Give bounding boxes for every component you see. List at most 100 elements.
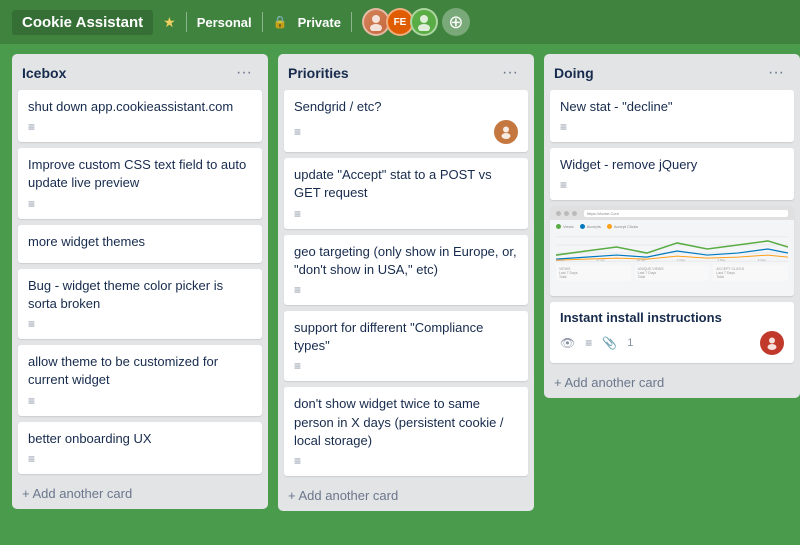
mock-stat-sub2-views: Total	[559, 275, 628, 279]
header-divider	[186, 12, 187, 32]
mock-legend: Views Accepts Accept Clicks	[556, 224, 788, 229]
header-divider-2	[262, 12, 263, 32]
card-priorities-3[interactable]: geo targeting (only show in Europe, or, …	[284, 235, 528, 305]
add-member-button[interactable]: ⊕	[442, 8, 470, 36]
card-title: allow theme to be customized for current…	[28, 353, 252, 389]
description-icon: ≡	[28, 452, 35, 466]
mock-stat-clicks: ACCEPT CLICKS Last 7 Days Total	[713, 265, 788, 281]
column-icebox: Icebox ··· shut down app.cookieassistant…	[12, 54, 268, 509]
card-icons: ≡	[560, 178, 784, 192]
mock-chart-area: Views Accepts Accept Clicks	[550, 220, 794, 285]
card-icebox-3[interactable]: more widget themes	[18, 225, 262, 263]
card-icons: ≡	[294, 359, 518, 373]
mock-stat-views: VIEWS Last 7 Days Total	[556, 265, 631, 281]
card-icons: ≡	[28, 120, 252, 134]
card-priorities-4[interactable]: support for different "Compliance types"…	[284, 311, 528, 381]
description-icon: ≡	[294, 207, 301, 221]
description-icon: ≡	[294, 454, 301, 468]
card-icons: ≡	[28, 394, 252, 408]
legend-label-clicks: Accept Clicks	[614, 224, 638, 229]
add-member-icon: ⊕	[448, 13, 463, 31]
description-icon: ≡	[560, 120, 567, 134]
instant-card-icons: 👁 ≡ 📎 1	[560, 331, 784, 355]
column-icebox-menu[interactable]: ···	[230, 62, 258, 84]
mock-stats-row: VIEWS Last 7 Days Total UNIQUE VIEWS Las…	[556, 265, 788, 281]
mock-dot-3	[572, 211, 577, 216]
add-card-icebox[interactable]: + Add another card	[12, 480, 268, 509]
card-title: Sendgrid / etc?	[294, 98, 518, 116]
svg-text:25 Apr: 25 Apr	[556, 258, 565, 262]
header-divider-3	[351, 12, 352, 32]
card-icebox-4[interactable]: Bug - widget theme color picker is sorta…	[18, 269, 262, 339]
column-priorities-title: Priorities	[288, 65, 349, 81]
card-widget-preview[interactable]: https://Acme.Com Views Accepts	[550, 206, 794, 296]
column-doing-menu[interactable]: ···	[762, 62, 790, 84]
card-title: New stat - "decline"	[560, 98, 784, 116]
mock-dot-2	[564, 211, 569, 216]
star-icon[interactable]: ★	[163, 14, 176, 31]
card-doing-1[interactable]: New stat - "decline" ≡	[550, 90, 794, 142]
mock-browser-bar: https://Acme.Com	[550, 206, 794, 220]
card-icons: ≡	[28, 452, 252, 466]
mock-url-bar: https://Acme.Com	[584, 210, 788, 217]
card-icons: ≡	[294, 207, 518, 221]
svg-text:29 Apr: 29 Apr	[637, 258, 646, 262]
description-icon: ≡	[294, 125, 301, 139]
avatar-3[interactable]	[410, 8, 438, 36]
instant-card-title: Instant install instructions	[560, 310, 784, 325]
icebox-cards: shut down app.cookieassistant.com ≡ Impr…	[12, 90, 268, 480]
column-priorities-menu[interactable]: ···	[496, 62, 524, 84]
card-title: Improve custom CSS text field to auto up…	[28, 156, 252, 192]
card-icons: ≡	[294, 120, 518, 144]
description-icon: ≡	[560, 178, 567, 192]
column-doing-title: Doing	[554, 65, 594, 81]
description-icon: ≡	[294, 283, 301, 297]
avatar	[494, 120, 518, 144]
card-instant-install[interactable]: Instant install instructions 👁 ≡ 📎 1	[550, 302, 794, 363]
column-icebox-header: Icebox ···	[12, 54, 268, 90]
svg-text:3 May: 3 May	[717, 258, 726, 262]
card-title: don't show widget twice to same person i…	[294, 395, 518, 450]
avatar-initials: FE	[394, 17, 407, 28]
card-doing-2[interactable]: Widget - remove jQuery ≡	[550, 148, 794, 200]
description-icon: ≡	[28, 197, 35, 211]
mock-stat-sub2-accepts: Total	[638, 275, 707, 279]
legend-dot-views	[556, 224, 561, 229]
card-icebox-5[interactable]: allow theme to be customized for current…	[18, 345, 262, 415]
board-title[interactable]: Cookie Assistant	[12, 10, 153, 35]
description-icon: ≡	[28, 120, 35, 134]
card-title: Widget - remove jQuery	[560, 156, 784, 174]
card-icons: ≡	[294, 283, 518, 297]
privacy-label[interactable]: Private	[298, 15, 341, 30]
mock-legend-item-1: Views	[556, 224, 574, 229]
mock-chart-lines: 25 Apr 27 Apr 29 Apr 1 May 3 May 5 May	[556, 232, 788, 262]
legend-label-accepts: Accepts	[587, 224, 601, 229]
card-icebox-1[interactable]: shut down app.cookieassistant.com ≡	[18, 90, 262, 142]
card-icons: ≡	[28, 317, 252, 331]
description-icon: ≡	[28, 394, 35, 408]
card-icons: ≡	[28, 197, 252, 211]
description-icon: ≡	[28, 317, 35, 331]
svg-text:5 May: 5 May	[758, 258, 767, 262]
mock-legend-item-3: Accept Clicks	[607, 224, 638, 229]
add-card-priorities[interactable]: + Add another card	[278, 482, 534, 511]
card-avatar	[760, 331, 784, 355]
priorities-cards: Sendgrid / etc? ≡ update "Accept" stat t…	[278, 90, 534, 482]
column-icebox-title: Icebox	[22, 65, 66, 81]
card-priorities-2[interactable]: update "Accept" stat to a POST vs GET re…	[284, 158, 528, 228]
card-title: update "Accept" stat to a POST vs GET re…	[294, 166, 518, 202]
avatar-group: FE ⊕	[362, 8, 470, 36]
card-icebox-6[interactable]: better onboarding UX ≡	[18, 422, 262, 474]
column-doing-header: Doing ···	[544, 54, 800, 90]
widget-preview-image: https://Acme.Com Views Accepts	[550, 206, 794, 296]
card-icebox-2[interactable]: Improve custom CSS text field to auto up…	[18, 148, 262, 218]
description-icon: ≡	[294, 359, 301, 373]
card-title: shut down app.cookieassistant.com	[28, 98, 252, 116]
svg-text:27 Apr: 27 Apr	[596, 258, 605, 262]
card-priorities-5[interactable]: don't show widget twice to same person i…	[284, 387, 528, 476]
card-title: Bug - widget theme color picker is sorta…	[28, 277, 252, 313]
card-priorities-1[interactable]: Sendgrid / etc? ≡	[284, 90, 528, 152]
lock-icon: 🔒	[273, 15, 288, 29]
workspace-label[interactable]: Personal	[197, 15, 252, 30]
add-card-doing[interactable]: + Add another card	[544, 369, 800, 398]
